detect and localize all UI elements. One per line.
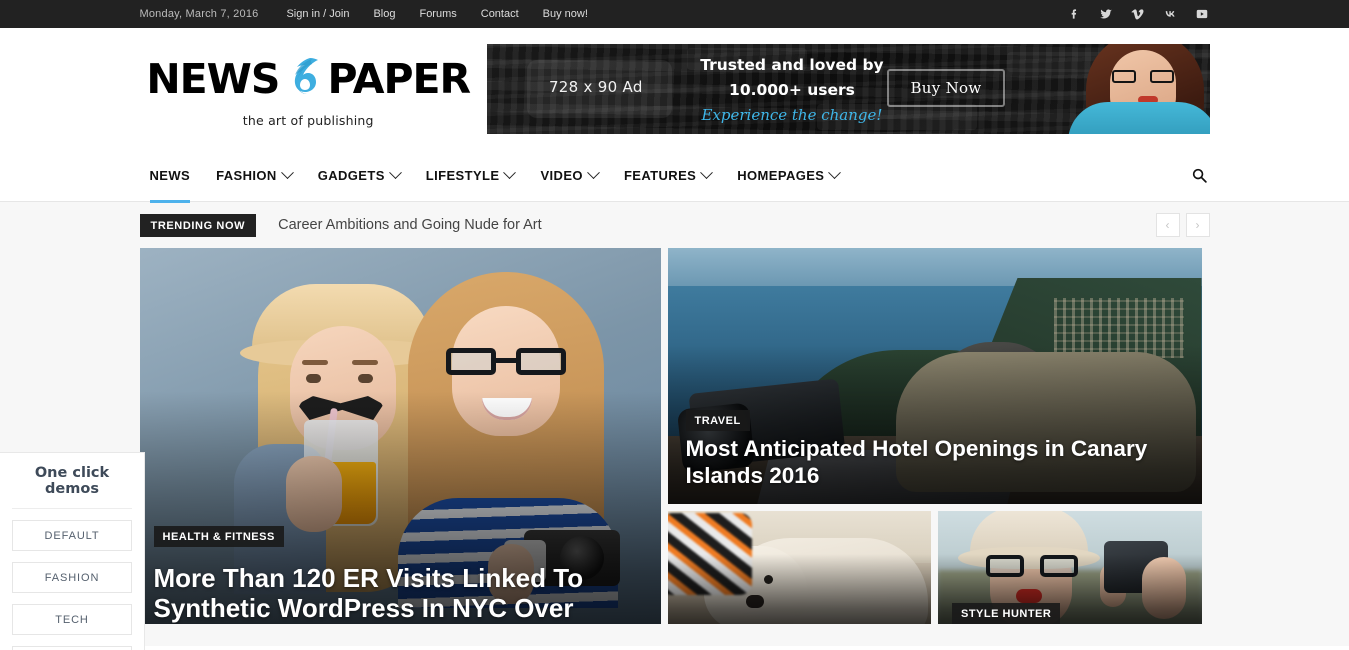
nav-label-features: FEATURES (623, 168, 697, 183)
nav-label-news: NEWS (149, 168, 191, 183)
top-menu-contact[interactable]: Contact (481, 8, 519, 20)
demo-button-tech[interactable]: TECH (12, 604, 132, 635)
nav-item-gadgets[interactable]: GADGETS (305, 149, 413, 202)
demo-button-video[interactable]: VIDEO (12, 646, 132, 650)
nav-item-homepages[interactable]: HOMEPAGES (724, 149, 852, 202)
trending-headline[interactable]: Career Ambitions and Going Nude for Art (278, 217, 542, 233)
mini-left-gradient-overlay (667, 553, 931, 624)
logo-tagline: the art of publishing (242, 112, 374, 128)
logo-word-news: NEWS (146, 55, 280, 103)
top-menu-signin[interactable]: Sign in / Join (286, 8, 349, 20)
chevron-down-icon (700, 166, 714, 180)
one-click-demos-panel: One click demos DEFAULT FASHION TECH VID… (0, 452, 145, 650)
demo-label-tech: TECH (55, 613, 89, 626)
vk-icon[interactable] (1163, 7, 1177, 21)
ad-line-2: 10.000+ users (729, 80, 855, 99)
top-bar: Monday, March 7, 2016 Sign in / Join Blo… (0, 0, 1349, 28)
demo-button-default[interactable]: DEFAULT (12, 520, 132, 551)
chevron-down-icon (388, 166, 402, 180)
chevron-down-icon (587, 166, 600, 180)
trending-bar: TRENDING NOW Career Ambitions and Going … (139, 202, 1210, 248)
chevron-down-icon (503, 166, 517, 180)
demo-label-default: DEFAULT (44, 529, 100, 542)
featured-hero-card[interactable]: HEALTH & FITNESS More Than 120 ER Visits… (139, 248, 661, 624)
facebook-icon[interactable] (1067, 7, 1081, 21)
ad-size-label: 728 x 90 Ad (548, 77, 643, 96)
trending-next-button[interactable]: › (1185, 213, 1210, 237)
nav-label-gadgets: GADGETS (317, 168, 385, 183)
nav-label-fashion: FASHION (216, 168, 277, 183)
nav-item-video[interactable]: VIDEO (527, 149, 610, 202)
ad-line-3: Experience the change! (701, 105, 883, 124)
mini-card-dog[interactable] (667, 511, 931, 624)
site-header: NEWS PAPER the art of publishing 728 x 9… (0, 28, 1349, 149)
social-links (1067, 0, 1209, 28)
page-body: TRENDING NOW Career Ambitions and Going … (0, 202, 1349, 650)
nav-item-fashion[interactable]: FASHION (203, 149, 305, 202)
chevron-down-icon (280, 166, 294, 180)
logo-brush-mark-icon (280, 56, 326, 104)
twitter-icon[interactable] (1099, 7, 1113, 21)
search-icon (1192, 168, 1207, 183)
current-date: Monday, March 7, 2016 (139, 8, 259, 20)
featured-grid: HEALTH & FITNESS More Than 120 ER Visits… (139, 248, 1210, 624)
site-logo[interactable]: NEWS PAPER the art of publishing (140, 50, 477, 128)
nav-item-news[interactable]: NEWS (140, 149, 204, 203)
top-menu-buy-now[interactable]: Buy now! (543, 8, 588, 20)
top-menu-forums[interactable]: Forums (419, 8, 456, 20)
vimeo-icon[interactable] (1131, 7, 1145, 21)
logo-word-paper: PAPER (327, 55, 471, 103)
mini-card-style-hunter[interactable]: STYLE HUNTER (938, 511, 1202, 624)
top-menu-blog[interactable]: Blog (373, 8, 395, 20)
trending-badge: TRENDING NOW (139, 213, 257, 237)
ad-line-1: Trusted and loved by (700, 55, 884, 74)
featured-bottom-row: STYLE HUNTER (667, 511, 1202, 624)
ad-model-photo (1052, 43, 1210, 134)
demo-label-fashion: FASHION (44, 571, 100, 584)
main-navigation: NEWS FASHION GADGETS LIFESTYLE VIDEO FEA… (0, 149, 1349, 203)
ad-buy-now-button[interactable]: Buy Now (886, 68, 1005, 107)
nav-label-lifestyle: LIFESTYLE (425, 168, 500, 183)
chevron-down-icon (828, 166, 842, 180)
demo-panel-title: One click demos (12, 453, 132, 509)
search-button[interactable] (1191, 149, 1210, 202)
travel-category-badge[interactable]: TRAVEL (685, 410, 750, 431)
nav-item-lifestyle[interactable]: LIFESTYLE (413, 149, 528, 202)
top-menu: Sign in / Join Blog Forums Contact Buy n… (286, 8, 611, 20)
travel-card[interactable]: TRAVEL Most Anticipated Hotel Openings i… (667, 248, 1202, 504)
trending-pager: ‹ › (1155, 213, 1210, 237)
nav-item-features[interactable]: FEATURES (611, 149, 724, 202)
travel-title[interactable]: Most Anticipated Hotel Openings in Canar… (686, 436, 1172, 489)
youtube-icon[interactable] (1195, 7, 1209, 21)
hero-category-badge[interactable]: HEALTH & FITNESS (153, 526, 284, 547)
demo-button-fashion[interactable]: FASHION (12, 562, 132, 593)
hero-title[interactable]: More Than 120 ER Visits Linked To Synthe… (154, 563, 641, 624)
trending-prev-button[interactable]: ‹ (1155, 213, 1180, 237)
header-ad-banner[interactable]: 728 x 90 Ad Trusted and loved by 10.000+… (486, 43, 1210, 134)
nav-label-homepages: HOMEPAGES (737, 168, 825, 183)
style-hunter-category-badge[interactable]: STYLE HUNTER (952, 603, 1061, 624)
nav-label-video: VIDEO (540, 168, 583, 183)
